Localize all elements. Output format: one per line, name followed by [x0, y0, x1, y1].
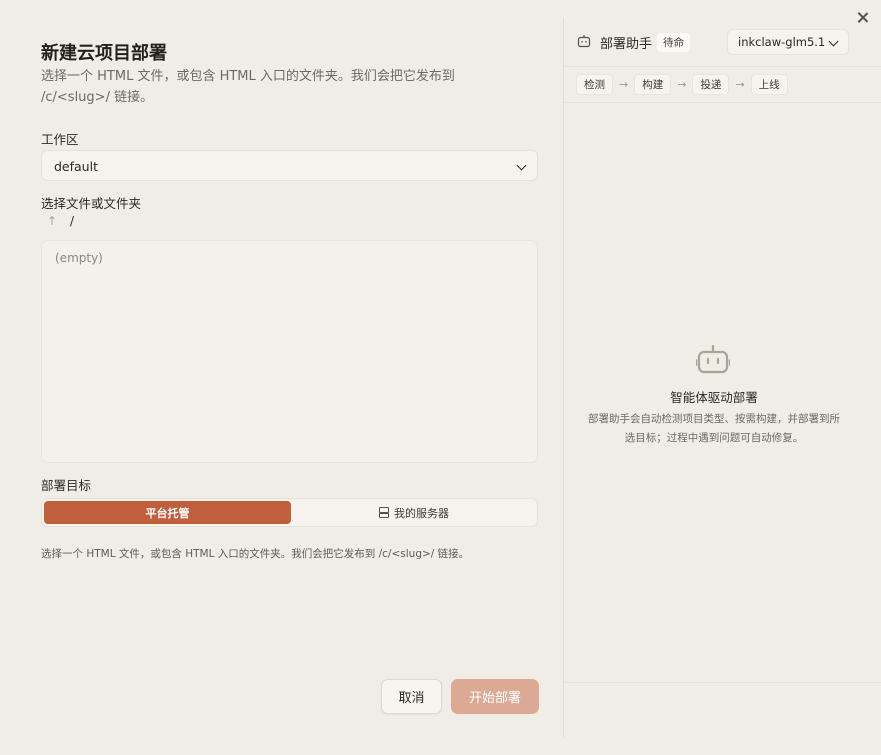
target-option-platform[interactable]: 平台托管 — [44, 501, 291, 524]
assistant-empty-title: 智能体驱动部署 — [670, 390, 758, 405]
deploy-form-panel: 新建云项目部署 选择一个 HTML 文件，或包含 HTML 入口的文件夹。我们会… — [0, 0, 563, 755]
file-picker-label: 选择文件或文件夹 — [41, 196, 142, 211]
pipeline-steps: 检测 → 构建 → 投递 → 上线 — [576, 74, 788, 95]
step-deliver: 投递 — [692, 74, 730, 95]
deploy-target-toggle: 平台托管 我的服务器 — [41, 498, 538, 527]
arrow-right-icon: → — [735, 78, 745, 91]
robot-icon — [696, 344, 730, 374]
deploy-target-label: 部署目标 — [41, 478, 92, 493]
step-build: 构建 — [634, 74, 672, 95]
file-list[interactable]: (empty) — [41, 240, 538, 463]
step-detect: 检测 — [576, 74, 613, 95]
arrow-right-icon: → — [677, 78, 687, 91]
chevron-down-icon — [516, 160, 527, 171]
model-select[interactable]: inkclaw-glm5.1 — [727, 29, 849, 55]
step-online: 上线 — [750, 74, 788, 95]
workspace-select[interactable]: default — [41, 150, 538, 181]
status-badge: 待命 — [657, 33, 690, 52]
assistant-title: 部署助手 — [600, 37, 653, 52]
current-path: / — [70, 214, 75, 228]
target-option-my-server-label: 我的服务器 — [394, 506, 449, 520]
target-option-my-server[interactable]: 我的服务器 — [293, 501, 535, 524]
deploy-assistant-panel: 部署助手 待命 inkclaw-glm5.1 检测 → 构建 → 投递 → 上线… — [564, 0, 881, 755]
arrow-right-icon: → — [619, 78, 629, 91]
workspace-label: 工作区 — [41, 132, 79, 147]
assistant-empty-description: 部署助手会自动检测项目类型、按需构建，并部署到所选目标；过程中遇到问题可自动修复… — [588, 413, 840, 444]
dialog-subtitle: 选择一个 HTML 文件，或包含 HTML 入口的文件夹。我们会把它发布到 /c… — [41, 69, 455, 105]
start-deploy-button[interactable]: 开始部署 — [451, 679, 539, 714]
arrow-up-icon[interactable]: ↑ — [47, 214, 61, 228]
server-icon — [379, 507, 389, 518]
assistant-header: 部署助手 待命 inkclaw-glm5.1 — [564, 0, 881, 67]
cancel-button[interactable]: 取消 — [381, 679, 442, 714]
model-select-value: inkclaw-glm5.1 — [738, 35, 826, 49]
assistant-input-divider — [564, 682, 881, 683]
steps-divider — [564, 102, 881, 103]
target-option-platform-label: 平台托管 — [145, 506, 190, 520]
file-path-row: ↑ / — [47, 214, 74, 228]
workspace-select-value: default — [54, 159, 98, 174]
file-list-empty-text: (empty) — [55, 251, 103, 265]
robot-icon — [577, 35, 591, 48]
deploy-target-hint: 选择一个 HTML 文件，或包含 HTML 入口的文件夹。我们会把它发布到 /c… — [41, 548, 470, 560]
dialog-title: 新建云项目部署 — [41, 43, 167, 64]
chevron-down-icon — [828, 36, 839, 47]
close-icon[interactable] — [855, 10, 871, 26]
